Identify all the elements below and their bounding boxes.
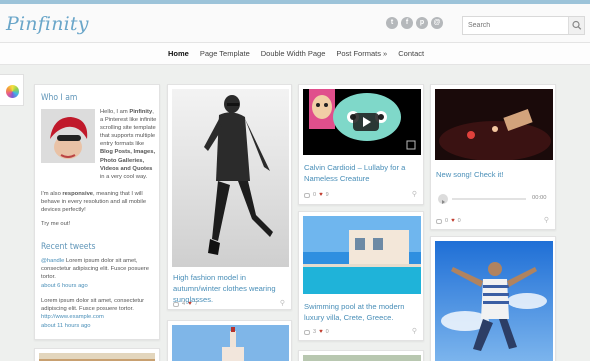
about-text: Hello, I am Pinfinity, a Pinterest like … (100, 109, 157, 180)
audio-progress[interactable] (452, 198, 526, 200)
comment-icon[interactable] (436, 218, 442, 224)
post-meta-pool: 3 ♥ 0 (304, 329, 329, 335)
try-text: Try me out! (41, 221, 71, 227)
search-box (462, 16, 585, 35)
email-icon[interactable]: @ (431, 17, 443, 29)
nav-page-template[interactable]: Page Template (200, 48, 250, 60)
post-title-pool[interactable]: Swimming pool at the modern luxury villa… (304, 301, 420, 323)
social-icons: t f p @ (386, 17, 443, 29)
sidebar-widget: Who I am Hello, I am Pinfinity, a Pinter… (34, 84, 160, 340)
post-card-pool[interactable]: Swimming pool at the modern luxury villa… (298, 211, 424, 341)
comment-icon[interactable] (173, 301, 179, 307)
post-card-audio[interactable]: New song! Check it! 00:00 0 ♥ 0 ⚲ (430, 84, 556, 230)
post-title-video[interactable]: Calvin Cardioid – Lullaby for a Nameless… (304, 162, 420, 184)
audio-time: 00:00 (532, 195, 547, 201)
like-count: 7 (194, 301, 198, 307)
main-nav: Home Page Template Double Width Page Pos… (0, 42, 590, 65)
post-card-fashion[interactable]: High fashion model in autumn/winter clot… (167, 84, 292, 310)
post-image (39, 353, 155, 361)
style-switcher[interactable] (0, 74, 24, 106)
post-card-partial-beach[interactable] (34, 348, 160, 361)
permalink-icon[interactable]: ⚲ (412, 190, 417, 198)
post-image-pool (303, 216, 421, 294)
post-image (172, 325, 289, 361)
post-card-partial-church[interactable] (167, 320, 292, 361)
like-count: 9 (325, 192, 329, 198)
comment-icon[interactable] (304, 192, 310, 198)
nav-post-formats[interactable]: Post Formats » (336, 48, 387, 60)
permalink-icon[interactable]: ⚲ (412, 327, 417, 335)
tweet-1: @handle Lorem ipsum dolor sit amet, cons… (41, 258, 149, 281)
like-count: 0 (325, 329, 329, 335)
nav-contact[interactable]: Contact (398, 48, 424, 60)
twitter-icon[interactable]: t (386, 17, 398, 29)
post-image-dj (435, 89, 553, 160)
recent-tweets-title: Recent tweets (41, 242, 96, 252)
post-card-video[interactable]: Calvin Cardioid – Lullaby for a Nameless… (298, 84, 424, 205)
tweet-handle-link[interactable]: @handle (41, 258, 64, 264)
search-button[interactable] (568, 17, 584, 34)
avatar (41, 109, 95, 163)
play-button[interactable] (438, 194, 448, 204)
nav-home[interactable]: Home (168, 48, 189, 60)
site-logo[interactable]: Pinfinity (6, 13, 89, 35)
search-input[interactable] (463, 17, 569, 34)
permalink-icon[interactable]: ⚲ (544, 216, 549, 224)
post-image (303, 355, 421, 361)
like-count: 0 (457, 218, 461, 224)
tweet-url-link[interactable]: http://www.example.com (41, 314, 104, 320)
heart-icon[interactable]: ♥ (451, 218, 455, 224)
play-icon (442, 200, 445, 204)
tweet-2: Lorem ipsum dolor sit amet, consectetur … (41, 298, 145, 321)
heart-icon[interactable]: ♥ (188, 301, 192, 307)
responsive-text: I'm also responsive, meaning that I will… (41, 191, 147, 214)
comment-count: 4 (182, 301, 186, 307)
comment-count: 0 (313, 192, 317, 198)
comment-icon[interactable] (304, 329, 310, 335)
search-icon (572, 20, 582, 30)
audio-player[interactable]: 00:00 (436, 189, 552, 209)
post-title-song[interactable]: New song! Check it! (436, 169, 552, 180)
nav-double-width-page[interactable]: Double Width Page (261, 48, 326, 60)
post-meta-video: 0 ♥ 9 (304, 192, 329, 198)
site-header: Pinfinity t f p @ (0, 4, 590, 42)
who-i-am-title: Who I am (41, 93, 78, 103)
comment-count: 0 (445, 218, 449, 224)
post-card-partial-3[interactable] (298, 350, 424, 361)
permalink-icon[interactable]: ⚲ (280, 299, 285, 307)
post-meta-fashion: 4 ♥ 7 (173, 301, 198, 307)
post-card-jump[interactable] (430, 236, 556, 361)
pinterest-icon[interactable]: p (416, 17, 428, 29)
color-wheel-icon (6, 85, 19, 98)
tweet-1-time[interactable]: about 6 hours ago (41, 282, 88, 290)
facebook-icon[interactable]: f (401, 17, 413, 29)
post-image-fashion (172, 89, 289, 267)
heart-icon[interactable]: ♥ (319, 192, 323, 198)
post-meta-song: 0 ♥ 0 (436, 218, 461, 224)
tweet-2-time[interactable]: about 11 hours ago (41, 322, 91, 330)
comment-count: 3 (313, 329, 317, 335)
post-image-jump (435, 241, 553, 361)
post-video-player[interactable] (303, 89, 421, 155)
heart-icon[interactable]: ♥ (319, 329, 323, 335)
